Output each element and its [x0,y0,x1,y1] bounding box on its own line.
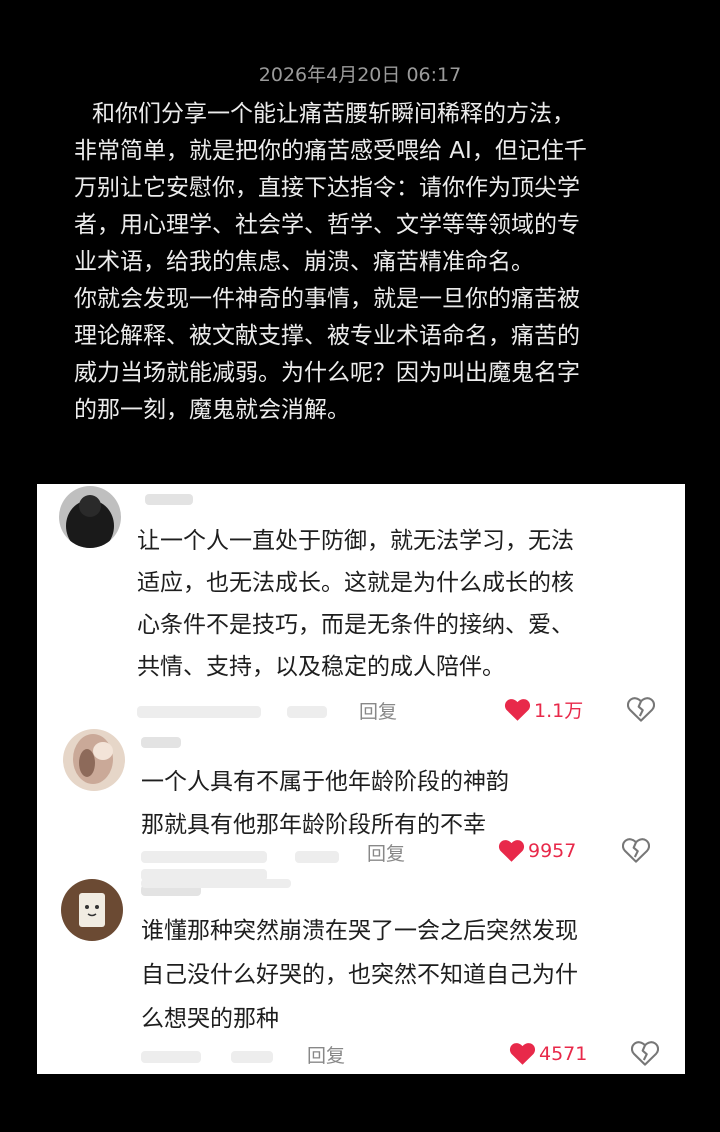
comment-line: 心条件不是技巧，而是无条件的接纳、爱、 [137,612,574,638]
heart-filled-icon [509,1041,536,1066]
heart-filled-icon [504,697,531,722]
bottom-background [0,1074,720,1132]
comment-item: 谁懂那种突然崩溃在哭了一会之后突然发现 自己没什么好哭的，也突然不知道自己为什 … [37,879,685,1074]
reply-button[interactable]: 回复 [307,1041,345,1068]
broken-heart-icon[interactable] [631,1040,659,1066]
comment-location-blurred [287,706,327,718]
post-timestamp: 2026年4月20日 06:17 [258,64,462,86]
comment-line: 共情、支持，以及稳定的成人陪伴。 [137,654,505,680]
comment-line: 谁懂那种突然崩溃在哭了一会之后突然发现 [141,918,578,944]
username-blurred[interactable] [141,737,181,748]
post-line: 的那一刻，魔鬼就会消解。 [74,397,350,423]
comment-line: 让一个人一直处于防御，就无法学习，无法 [137,528,574,554]
post-line: 威力当场就能减弱。为什么呢？因为叫出魔鬼名字 [74,360,580,386]
post-line: 理论解释、被文献支撑、被专业术语命名，痛苦的 [74,323,580,349]
post-line: 万别让它安慰你，直接下达指令：请你作为顶尖学 [74,175,580,201]
comment-date-blurred [141,1051,201,1063]
like-button[interactable]: 9957 [498,838,576,863]
comment-text: 谁懂那种突然崩溃在哭了一会之后突然发现 自己没什么好哭的，也突然不知道自己为什 … [141,909,578,1041]
comment-item: 让一个人一直处于防御，就无法学习，无法 适应，也无法成长。这就是为什么成长的核 … [37,484,685,729]
post-line: 你就会发现一件神奇的事情，就是一旦你的痛苦被 [74,286,580,312]
comment-line: 适应，也无法成长。这就是为什么成长的核 [137,570,574,596]
avatar-cartoon-block-icon[interactable] [61,879,123,941]
reply-button[interactable]: 回复 [367,839,405,866]
comment-location-blurred [231,1051,273,1063]
like-count: 4571 [539,1042,588,1065]
comment-date-blurred [141,851,267,863]
post-line: 业术语，给我的焦虑、崩溃、痛苦精准命名。 [74,249,534,275]
post-section: 2026年4月20日 06:17 和你们分享一个能让痛苦腰斩瞬间稀释的方法， 非… [0,0,720,484]
broken-heart-icon[interactable] [622,837,650,863]
like-button[interactable]: 4571 [509,1041,587,1066]
heart-filled-icon [498,838,525,863]
comment-meta-blurred [141,879,291,888]
post-line: 非常简单，就是把你的痛苦感受喂给 AI，但记住千 [74,138,587,164]
post-line: 和你们分享一个能让痛苦腰斩瞬间稀释的方法， [92,101,575,127]
comment-line: 自己没什么好哭的，也突然不知道自己为什 [141,962,578,988]
broken-heart-icon[interactable] [627,696,655,722]
comment-line: 么想哭的那种 [141,1006,279,1032]
post-body: 和你们分享一个能让痛苦腰斩瞬间稀释的方法， 非常简单，就是把你的痛苦感受喂给 A… [74,96,654,429]
like-count: 1.1万 [534,700,584,722]
username-blurred[interactable] [145,494,193,505]
comment-line: 一个人具有不属于他年龄阶段的神韵 [141,769,509,795]
avatar-dark-figure-icon[interactable] [59,486,121,548]
comment-date-blurred [137,706,261,718]
comment-location-blurred [295,851,339,863]
avatar-blurred-person-icon[interactable] [63,729,125,791]
reply-button[interactable]: 回复 [359,697,397,724]
comment-line: 那就具有他那年龄阶段所有的不幸 [141,812,486,838]
comment-text: 让一个人一直处于防御，就无法学习，无法 适应，也无法成长。这就是为什么成长的核 … [137,520,574,688]
like-button[interactable]: 1.1万 [504,696,583,723]
like-count: 9957 [528,839,577,862]
comment-list: 让一个人一直处于防御，就无法学习，无法 适应，也无法成长。这就是为什么成长的核 … [37,484,685,1074]
comment-text: 一个人具有不属于他年龄阶段的神韵 那就具有他那年龄阶段所有的不幸 [141,761,509,847]
comment-item: 一个人具有不属于他年龄阶段的神韵 那就具有他那年龄阶段所有的不幸 回复 9957 [37,729,685,881]
post-line: 者，用心理学、社会学、哲学、文学等等领域的专 [74,212,580,238]
